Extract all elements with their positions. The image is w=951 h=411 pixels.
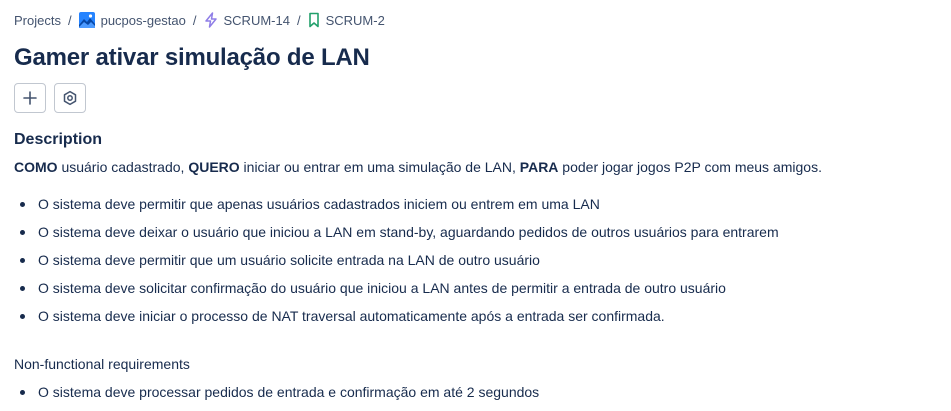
breadcrumb-separator: / <box>192 12 197 28</box>
issue-title[interactable]: Gamer ativar simulação de LAN <box>14 44 370 72</box>
breadcrumb-separator: / <box>67 12 72 28</box>
breadcrumb-project-label: pucpos-gestao <box>100 12 186 28</box>
requirement-item: O sistema deve permitir que apenas usuár… <box>14 195 779 223</box>
breadcrumb-issue-label: SCRUM-2 <box>325 12 385 28</box>
add-button[interactable] <box>14 83 46 113</box>
project-avatar-icon <box>78 12 95 28</box>
breadcrumb-separator: / <box>296 12 301 28</box>
breadcrumb-projects-link[interactable]: Projects <box>14 13 61 28</box>
breadcrumb: Projects / pucpos-gestao / SCRUM-14 / SC… <box>14 10 385 30</box>
requirement-item: O sistema deve solicitar confirmação do … <box>14 279 779 307</box>
breadcrumb-epic-link[interactable]: SCRUM-14 <box>204 12 290 28</box>
requirement-item: O sistema deve deixar o usuário que inic… <box>14 223 779 251</box>
story-text-as: usuário cadastrado, <box>57 159 189 175</box>
non-functional-requirements-list: O sistema deve processar pedidos de entr… <box>14 383 539 411</box>
story-keyword-as: COMO <box>14 159 58 175</box>
description-heading: Description <box>14 131 103 148</box>
issue-action-bar <box>14 83 86 113</box>
non-functional-requirements-heading: Non-functional requirements <box>14 356 190 372</box>
requirement-item: O sistema deve permitir que um usuário s… <box>14 251 779 279</box>
requirement-item: O sistema deve iniciar o processo de NAT… <box>14 307 779 335</box>
breadcrumb-epic-label: SCRUM-14 <box>223 12 290 28</box>
apps-button[interactable] <box>54 83 86 113</box>
story-text-so: poder jogar jogos P2P com meus amigos. <box>558 159 822 175</box>
story-keyword-so: PARA <box>519 159 559 175</box>
epic-lightning-icon <box>204 12 218 28</box>
story-text-want: iniciar ou entrar em uma simulação de LA… <box>239 159 520 175</box>
plus-icon <box>22 90 38 106</box>
functional-requirements-list: O sistema deve permitir que apenas usuár… <box>14 195 779 335</box>
breadcrumb-issue-link[interactable]: SCRUM-2 <box>308 12 385 28</box>
story-bookmark-icon <box>308 12 320 28</box>
user-story-text[interactable]: COMO usuário cadastrado, QUERO iniciar o… <box>14 159 822 175</box>
breadcrumb-project-link[interactable]: pucpos-gestao <box>78 12 186 28</box>
story-keyword-want: QUERO <box>188 159 240 175</box>
apps-icon <box>62 90 78 106</box>
non-functional-requirement-item: O sistema deve processar pedidos de entr… <box>14 383 539 411</box>
